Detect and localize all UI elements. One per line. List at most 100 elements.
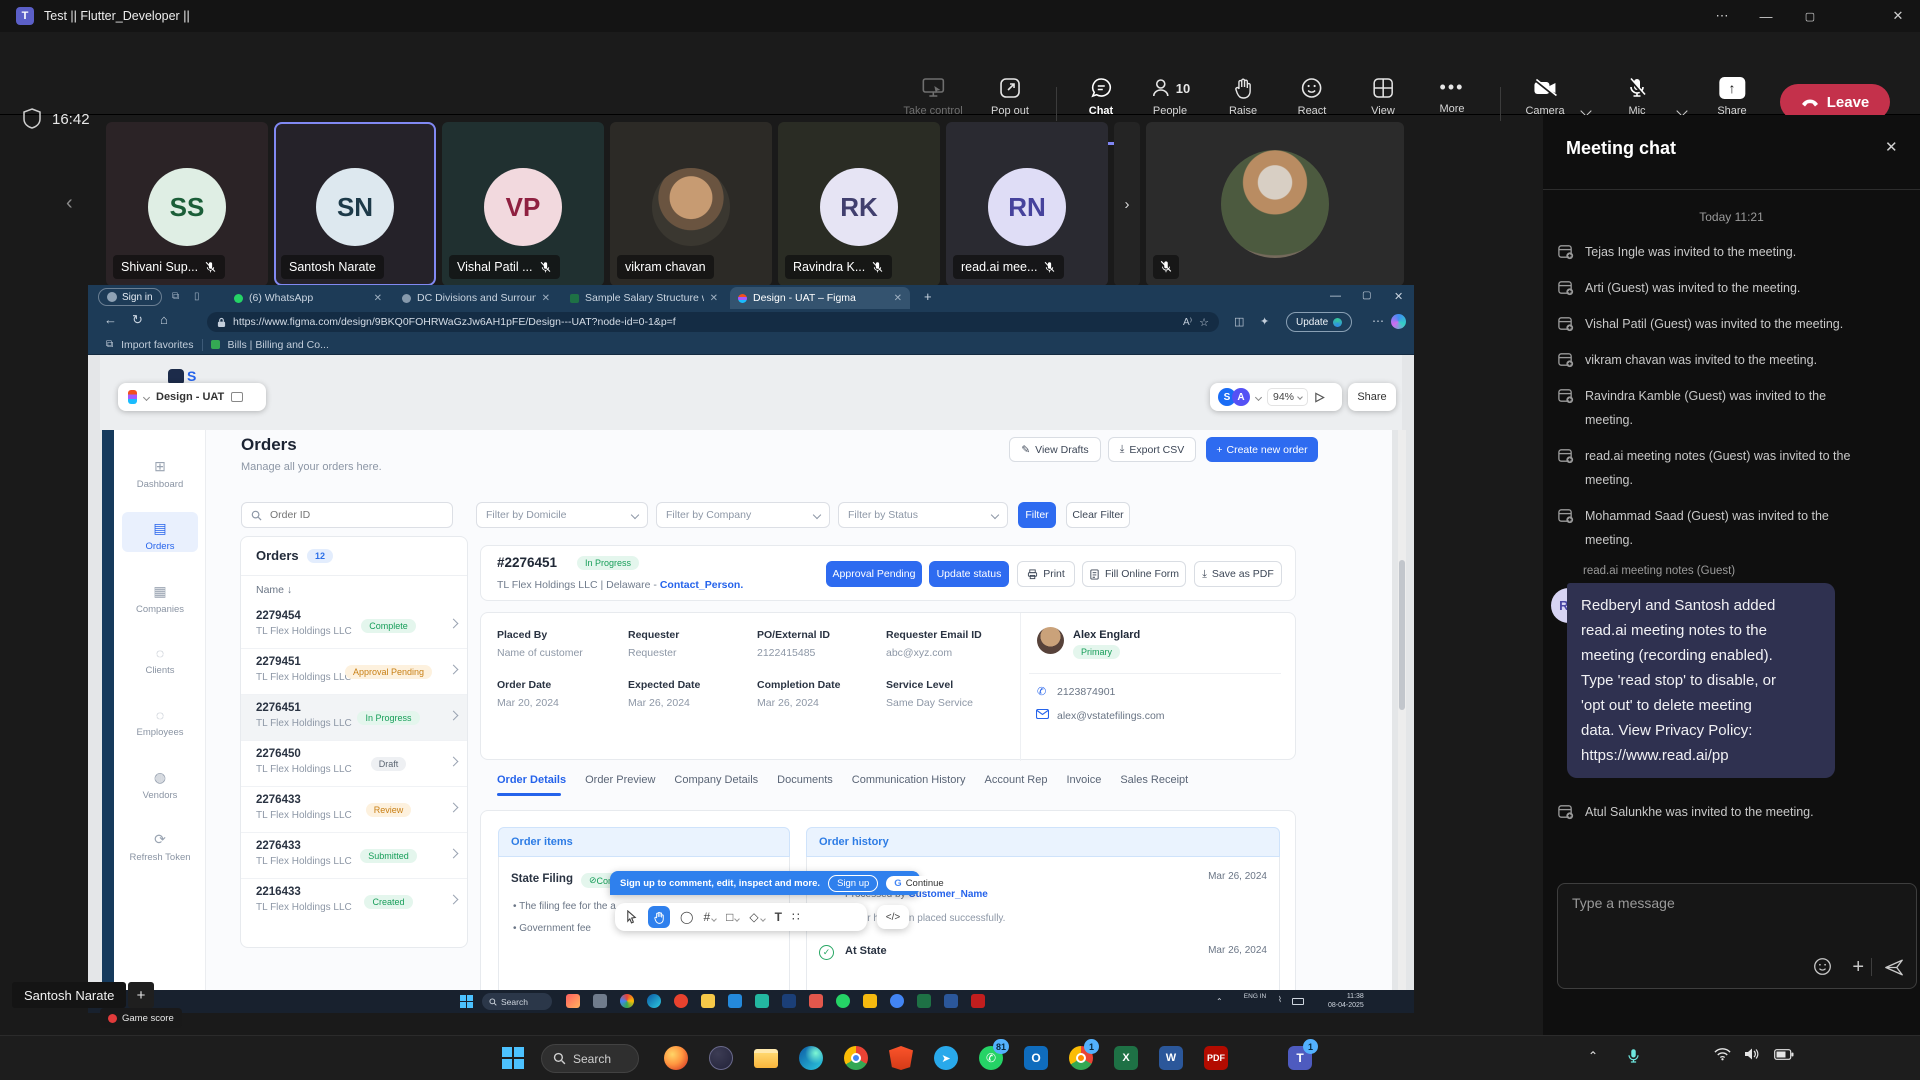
close-button[interactable]: ✕ <box>1876 0 1920 32</box>
import-favorites-label[interactable]: Import favorites <box>121 339 193 351</box>
maximize-button[interactable]: ▢ <box>1788 0 1832 32</box>
browser-signin-button[interactable]: Sign in <box>98 288 162 306</box>
taskbar-excel-icon[interactable]: X <box>1110 1042 1142 1074</box>
tab-actions-icon[interactable]: ▯ <box>194 291 200 302</box>
order-row[interactable]: 2279454TL Flex Holdings LLC Complete <box>241 603 467 649</box>
avatars-chevron-icon[interactable] <box>1255 393 1262 400</box>
remote-tray-chevron-icon[interactable]: ⌃ <box>1216 997 1223 1006</box>
new-tab-icon[interactable]: + <box>924 289 932 304</box>
customer-name-link[interactable]: Customer_Name <box>908 889 987 900</box>
contact-person-link[interactable]: Contact_Person. <box>660 579 743 591</box>
url-field[interactable]: https://www.figma.com/design/9BKQ0FOHRWa… <box>207 312 1219 332</box>
create-new-order-button[interactable]: +Create new order <box>1206 437 1318 462</box>
filter-clear-button[interactable]: Clear Filter <box>1066 502 1130 528</box>
scrollbar-track[interactable] <box>1398 430 1406 990</box>
split-screen-icon[interactable]: ◫ <box>1234 315 1244 328</box>
browser-close-icon[interactable]: ✕ <box>1394 290 1403 303</box>
game-bar-widget[interactable]: Game score <box>100 1008 182 1028</box>
order-id-input[interactable] <box>268 508 428 522</box>
tray-mic-in-use-icon[interactable] <box>1626 1047 1641 1065</box>
participant-tile-active-speaker[interactable]: SN Santosh Narate <box>274 122 436 286</box>
copilot-icon[interactable] <box>1391 314 1406 329</box>
figma-menu-chevron-icon[interactable] <box>143 393 150 400</box>
sidebar-item-companies[interactable]: ▦Companies <box>114 583 206 615</box>
sidebar-item-refresh-token[interactable]: ⟳Refresh Token <box>114 831 206 863</box>
order-row-selected[interactable]: 2276451TL Flex Holdings LLC In Progress <box>241 695 467 741</box>
remote-app-icon[interactable] <box>971 994 985 1008</box>
zoom-level-control[interactable]: 94% <box>1267 388 1308 406</box>
sidebar-item-employees[interactable]: ◌Employees <box>114 707 206 738</box>
chat-close-icon[interactable]: ✕ <box>1885 138 1898 156</box>
remote-app-icon[interactable] <box>647 994 661 1008</box>
taskbar-word-icon[interactable]: W <box>1155 1042 1187 1074</box>
update-status-button[interactable]: Update status <box>929 561 1009 587</box>
filter-domicile-select[interactable]: Filter by Domicile <box>476 502 648 528</box>
sidebar-item-clients[interactable]: ◌Clients <box>114 645 206 676</box>
remote-app-icon[interactable] <box>620 994 634 1008</box>
attach-plus-icon[interactable]: + <box>1852 956 1864 979</box>
filter-status-select[interactable]: Filter by Status <box>838 502 1008 528</box>
participant-tile[interactable]: RK Ravindra K... <box>778 122 940 286</box>
taskbar-file-explorer-icon[interactable] <box>750 1042 782 1074</box>
tab-company-details[interactable]: Company Details <box>674 774 758 786</box>
google-continue-button[interactable]: GContinue <box>886 876 951 891</box>
share-button[interactable]: ↑ Share <box>1717 77 1746 117</box>
taskbar-teams-icon-active[interactable]: T 1 <box>1284 1042 1316 1074</box>
remote-app-icon[interactable] <box>782 994 796 1008</box>
raise-hand-button[interactable]: Raise <box>1229 77 1257 117</box>
bookmark-label[interactable]: Bills | Billing and Co... <box>228 339 329 351</box>
remote-app-icon[interactable] <box>593 994 607 1008</box>
taskbar-chrome-profile-icon[interactable]: 1 <box>1065 1042 1097 1074</box>
tab-close-icon[interactable]: ✕ <box>542 293 550 304</box>
export-csv-button[interactable]: ⤓Export CSV <box>1108 437 1196 462</box>
remote-app-icon[interactable] <box>755 994 769 1008</box>
browser-minimize-icon[interactable]: — <box>1330 290 1341 302</box>
figma-logo-icon[interactable] <box>128 390 137 404</box>
measure-tool-icon[interactable]: ∷ <box>792 910 800 924</box>
back-icon[interactable]: ← <box>104 312 117 327</box>
column-header[interactable]: Name ↓ <box>256 584 292 596</box>
remote-app-icon[interactable] <box>944 994 958 1008</box>
tab-documents[interactable]: Documents <box>777 774 833 786</box>
taskbar-edge-icon[interactable] <box>795 1042 827 1074</box>
refresh-icon[interactable]: ↻ <box>132 312 143 328</box>
people-button[interactable]: 10 People <box>1150 77 1190 117</box>
taskbar-firefox-icon[interactable] <box>660 1042 692 1074</box>
frame-tool-icon[interactable]: # <box>703 910 716 924</box>
tab-close-icon[interactable]: ✕ <box>894 293 902 304</box>
emoji-icon[interactable] <box>1813 957 1832 976</box>
browser-update-button[interactable]: Update <box>1286 312 1352 332</box>
sidebar-item-dashboard[interactable]: ⊞Dashboard <box>114 458 206 490</box>
tab-order-preview[interactable]: Order Preview <box>585 774 655 786</box>
chat-button[interactable]: Chat <box>1089 77 1113 117</box>
tiles-scroll-left-icon[interactable]: ‹ <box>66 192 73 215</box>
chat-input-box[interactable]: + <box>1557 883 1917 989</box>
taskbar-copilot-icon[interactable] <box>705 1042 737 1074</box>
tray-volume-icon[interactable] <box>1744 1047 1760 1061</box>
tab-order-details[interactable]: Order Details <box>497 774 566 786</box>
taskbar-telegram-icon[interactable]: ➤ <box>930 1042 962 1074</box>
presenter-expand-icon[interactable]: + <box>128 982 154 1008</box>
remote-app-icon[interactable] <box>917 994 931 1008</box>
participant-tile[interactable]: SS Shivani Sup... <box>106 122 268 286</box>
tray-chevron-icon[interactable]: ⌃ <box>1588 1049 1598 1063</box>
remote-app-icon[interactable] <box>890 994 904 1008</box>
remote-app-icon[interactable] <box>674 994 688 1008</box>
present-icon[interactable] <box>1314 392 1325 403</box>
filter-apply-button[interactable]: Filter <box>1018 502 1056 528</box>
text-tool-icon[interactable]: T <box>775 910 782 924</box>
tab-sales-receipt[interactable]: Sales Receipt <box>1120 774 1188 786</box>
taskbar-pdf-icon[interactable]: PDF <box>1200 1042 1232 1074</box>
taskbar-whatsapp-icon[interactable]: ✆ 81 <box>975 1042 1007 1074</box>
save-as-pdf-button[interactable]: ⤓Save as PDF <box>1194 561 1282 587</box>
order-row[interactable]: 2279451TL Flex Holdings LLC Approval Pen… <box>241 649 467 695</box>
read-aloud-icon[interactable]: A⁾ <box>1183 317 1192 328</box>
view-button[interactable]: View <box>1371 77 1395 117</box>
order-row[interactable]: 2216433TL Flex Holdings LLC Created <box>241 879 467 925</box>
layout-icon[interactable] <box>231 392 243 402</box>
sidebar-item-vendors[interactable]: ◍Vendors <box>114 769 206 801</box>
browser-tab[interactable]: Sample Salary Structure with calc✕ <box>562 287 726 309</box>
taskbar-outlook-icon[interactable]: O <box>1020 1042 1052 1074</box>
browser-menu-icon[interactable]: ⋯ <box>1372 314 1384 328</box>
tab-communication-history[interactable]: Communication History <box>852 774 966 786</box>
